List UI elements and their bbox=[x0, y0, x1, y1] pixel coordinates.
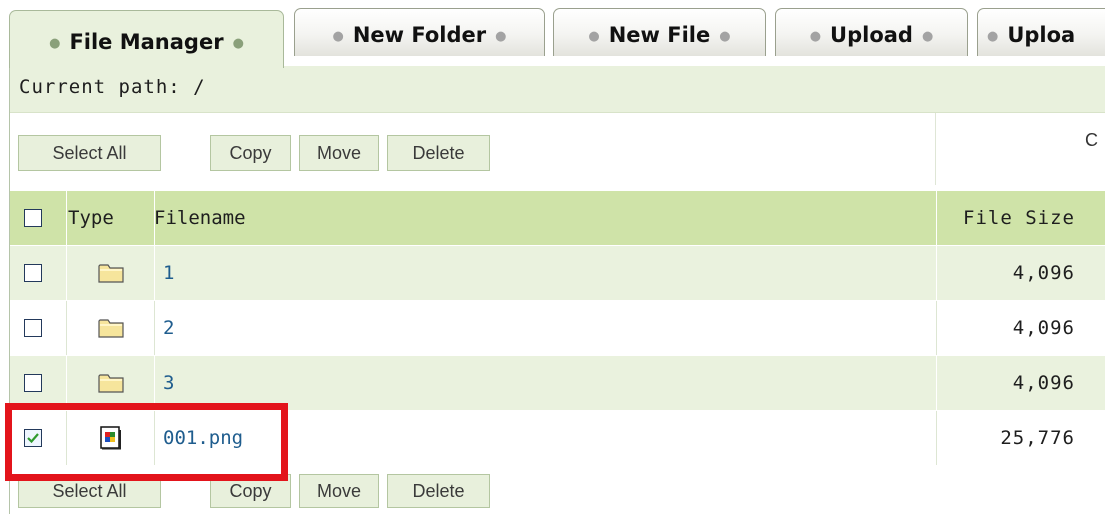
tab-bullet-icon: ● bbox=[719, 29, 731, 44]
tab-file-manager[interactable]: ● File Manager ● bbox=[9, 10, 284, 68]
divider bbox=[154, 246, 155, 300]
current-path: Current path: / bbox=[19, 76, 206, 98]
row-checkbox[interactable] bbox=[24, 264, 42, 282]
move-button-bottom[interactable]: Move bbox=[299, 474, 379, 508]
tab-bullet-icon: ● bbox=[232, 36, 244, 51]
divider bbox=[936, 411, 937, 465]
select-all-checkbox[interactable] bbox=[24, 209, 42, 227]
tab-bullet-icon: ● bbox=[495, 29, 507, 44]
tab-label: Upload bbox=[830, 22, 913, 47]
divider bbox=[154, 301, 155, 355]
tab-bullet-icon: ● bbox=[809, 29, 822, 44]
divider bbox=[66, 191, 67, 245]
filename-link[interactable]: 1 bbox=[163, 246, 174, 300]
divider bbox=[154, 356, 155, 410]
filename-link[interactable]: 3 bbox=[163, 356, 174, 410]
copy-button-bottom[interactable]: Copy bbox=[210, 474, 291, 508]
checkmark-icon bbox=[27, 433, 39, 444]
right-panel-text: C bbox=[1085, 130, 1098, 150]
row-checkbox[interactable] bbox=[24, 374, 42, 392]
image-file-icon bbox=[100, 426, 121, 450]
tab-upload-2[interactable]: ● Uploa bbox=[977, 8, 1105, 56]
select-all-cell bbox=[10, 191, 66, 245]
filename-header[interactable]: Filename bbox=[154, 191, 454, 245]
select-all-button[interactable]: Select All bbox=[18, 135, 161, 171]
folder-icon bbox=[98, 319, 124, 338]
tab-bullet-icon: ● bbox=[921, 29, 934, 44]
divider bbox=[66, 246, 67, 300]
divider bbox=[66, 411, 67, 465]
filename-link[interactable]: 2 bbox=[163, 301, 174, 355]
type-header[interactable]: Type bbox=[68, 191, 154, 245]
table-header: Type Filename File Size bbox=[10, 191, 1105, 246]
tab-label: File Manager bbox=[69, 29, 224, 54]
file-size: 4,096 bbox=[1012, 317, 1075, 339]
tab-label: New File bbox=[608, 22, 711, 47]
tab-bullet-icon: ● bbox=[49, 36, 61, 51]
file-size: 4,096 bbox=[1012, 372, 1075, 394]
tab-bullet-icon: ● bbox=[332, 29, 344, 44]
row-checkbox[interactable] bbox=[24, 319, 42, 337]
file-size-header[interactable]: File Size bbox=[950, 191, 1075, 245]
move-button[interactable]: Move bbox=[299, 135, 379, 171]
file-manager-panel: Current path: / Select All Copy Move Del… bbox=[9, 66, 1105, 514]
copy-button[interactable]: Copy bbox=[210, 135, 291, 171]
row-checkbox[interactable] bbox=[24, 429, 42, 447]
divider bbox=[936, 356, 937, 410]
tab-bullet-icon: ● bbox=[588, 29, 600, 44]
divider bbox=[936, 301, 937, 355]
tab-bullet-icon: ● bbox=[987, 29, 999, 44]
tab-label: New Folder bbox=[352, 22, 487, 47]
table-row: 2 4,096 bbox=[10, 301, 1105, 356]
divider bbox=[66, 301, 67, 355]
table-row: 1 4,096 bbox=[10, 246, 1105, 301]
divider bbox=[936, 191, 937, 245]
tab-upload[interactable]: ● Upload ● bbox=[775, 8, 968, 56]
filename-link[interactable]: 001.png bbox=[163, 411, 243, 465]
tab-new-file[interactable]: ● New File ● bbox=[553, 8, 766, 56]
delete-button-bottom[interactable]: Delete bbox=[387, 474, 490, 508]
select-all-button-bottom[interactable]: Select All bbox=[18, 474, 161, 508]
top-toolbar: Select All Copy Move Delete bbox=[10, 113, 936, 185]
table-row: 3 4,096 bbox=[10, 356, 1105, 411]
folder-icon bbox=[98, 264, 124, 283]
tab-new-folder[interactable]: ● New Folder ● bbox=[294, 8, 545, 56]
divider bbox=[66, 356, 67, 410]
tab-label: Uploa bbox=[1007, 22, 1076, 47]
table-row: 001.png 25,776 bbox=[10, 411, 1105, 466]
divider bbox=[936, 246, 937, 300]
path-bar: Current path: / bbox=[10, 66, 1105, 113]
folder-icon bbox=[98, 374, 124, 393]
file-size: 4,096 bbox=[1012, 262, 1075, 284]
file-size: 25,776 bbox=[1000, 427, 1075, 449]
delete-button[interactable]: Delete bbox=[387, 135, 490, 171]
divider bbox=[154, 411, 155, 465]
